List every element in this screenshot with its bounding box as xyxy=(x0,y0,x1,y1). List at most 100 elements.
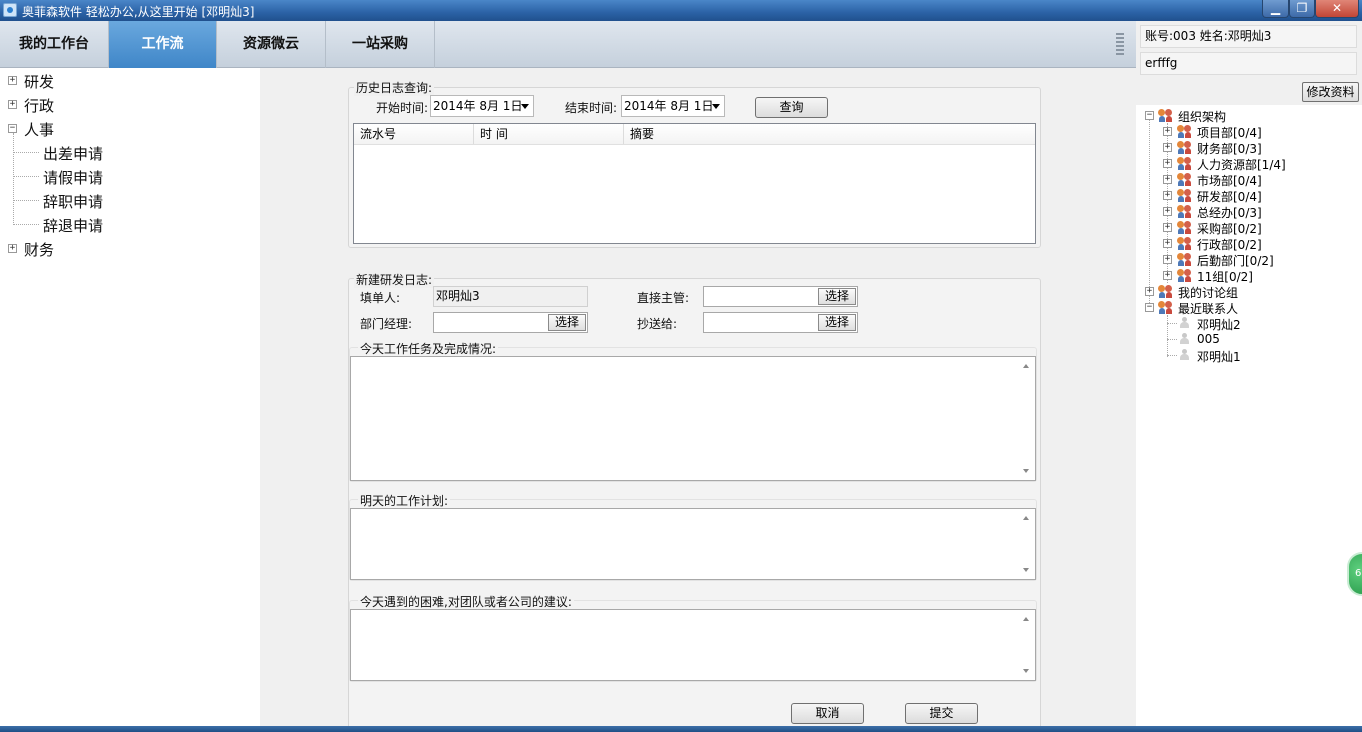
tree-item-leave[interactable]: 请假申请 xyxy=(43,167,103,188)
dropdown-arrow-icon[interactable] xyxy=(712,104,720,109)
collapse-icon[interactable]: − xyxy=(1145,303,1154,312)
workflow-tree: + 研发 + 行政 − 人事 出差申请 请假申请 辞职申请 辞退申请 + 财务 xyxy=(0,68,260,732)
expand-icon[interactable]: + xyxy=(1163,271,1172,280)
group-icon xyxy=(1158,109,1173,122)
scroll-up-icon[interactable] xyxy=(1023,516,1029,520)
tree-item-contact[interactable]: 邓明灿1 xyxy=(1197,348,1241,365)
expand-icon[interactable]: + xyxy=(1145,287,1154,296)
tree-item-finance[interactable]: 财务 xyxy=(24,239,54,260)
group-icon xyxy=(1177,189,1192,202)
top-nav: 我的工作台 工作流 资源微云 一站采购 xyxy=(0,21,1136,68)
expand-icon[interactable]: + xyxy=(8,244,17,253)
tree-item-department[interactable]: 11组[0/2] xyxy=(1197,268,1253,285)
supervisor-field[interactable]: 选择 xyxy=(703,286,858,307)
minimize-button[interactable]: ▁ xyxy=(1262,0,1289,18)
tree-item-resignation[interactable]: 辞职申请 xyxy=(43,191,103,212)
scroll-up-icon[interactable] xyxy=(1023,364,1029,368)
app-window: 奥菲森软件 轻松办公,从这里开始 [邓明灿3] ▁ ❐ ✕ 我的工作台 工作流 … xyxy=(0,0,1362,732)
app-logo-icon xyxy=(3,3,17,17)
vertical-scrollbar[interactable] xyxy=(1018,610,1035,680)
expand-icon[interactable]: + xyxy=(1163,143,1172,152)
tree-item-department[interactable]: 后勤部门[0/2] xyxy=(1197,252,1274,269)
start-time-label: 开始时间: xyxy=(376,101,429,115)
org-tree: − 组织架构 + 项目部[0/4] + 财务部[0/3] + 人力资源部[1/4… xyxy=(1136,105,1362,732)
tab-my-workbench[interactable]: 我的工作台 xyxy=(0,21,109,68)
tree-item-admin[interactable]: 行政 xyxy=(24,95,54,116)
col-summary[interactable]: 摘要 xyxy=(624,124,1035,144)
close-button[interactable]: ✕ xyxy=(1315,0,1359,18)
tab-one-stop-purchase[interactable]: 一站采购 xyxy=(326,21,435,68)
tab-workflow[interactable]: 工作流 xyxy=(109,21,217,68)
expand-icon[interactable]: + xyxy=(1163,239,1172,248)
tree-item-department[interactable]: 财务部[0/3] xyxy=(1197,140,1262,157)
group-icon xyxy=(1177,141,1192,154)
difficulties-textarea[interactable] xyxy=(350,609,1036,681)
expand-icon[interactable]: + xyxy=(8,100,17,109)
collapse-icon[interactable]: − xyxy=(1145,111,1154,120)
tree-item-department[interactable]: 采购部[0/2] xyxy=(1197,220,1262,237)
tree-item-business-trip[interactable]: 出差申请 xyxy=(43,143,103,164)
cc-field[interactable]: 选择 xyxy=(703,312,858,333)
supervisor-pick-button[interactable]: 选择 xyxy=(818,288,856,305)
title-bar: 奥菲森软件 轻松办公,从这里开始 [邓明灿3] ▁ ❐ ✕ xyxy=(0,0,1362,21)
vertical-scrollbar[interactable] xyxy=(1018,357,1035,480)
scroll-up-icon[interactable] xyxy=(1023,617,1029,621)
tomorrow-plan-textarea[interactable] xyxy=(350,508,1036,580)
tree-item-department[interactable]: 市场部[0/4] xyxy=(1197,172,1262,189)
user-offline-icon xyxy=(1179,317,1190,329)
window-title: 奥菲森软件 轻松办公,从这里开始 [邓明灿3] xyxy=(22,5,255,19)
tree-item-department[interactable]: 总经办[0/3] xyxy=(1197,204,1262,221)
expand-icon[interactable]: + xyxy=(1163,127,1172,136)
dept-manager-pick-button[interactable]: 选择 xyxy=(548,314,586,331)
tree-item-dismissal[interactable]: 辞退申请 xyxy=(43,215,103,236)
dept-manager-field[interactable]: 选择 xyxy=(433,312,588,333)
tree-item-discussion-groups[interactable]: 我的讨论组 xyxy=(1178,284,1238,301)
tree-item-department[interactable]: 研发部[0/4] xyxy=(1197,188,1262,205)
cc-pick-button[interactable]: 选择 xyxy=(818,314,856,331)
signature-field[interactable]: erfffg xyxy=(1140,52,1357,75)
scroll-down-icon[interactable] xyxy=(1023,568,1029,572)
tomorrow-plan-label: 明天的工作计划: xyxy=(358,492,451,509)
edit-profile-button[interactable]: 修改资料 xyxy=(1302,82,1359,102)
filler-label: 填单人: xyxy=(360,291,401,305)
group-icon xyxy=(1177,173,1192,186)
expand-icon[interactable]: + xyxy=(1163,191,1172,200)
tree-item-department[interactable]: 行政部[0/2] xyxy=(1197,236,1262,253)
history-log-list[interactable]: 流水号 时 间 摘要 xyxy=(353,123,1036,244)
group-icon xyxy=(1177,221,1192,234)
col-serial-number[interactable]: 流水号 xyxy=(354,124,474,144)
cancel-button[interactable]: 取消 xyxy=(791,703,864,724)
submit-button[interactable]: 提交 xyxy=(905,703,978,724)
content-area: 历史日志查询: 开始时间: 2014年 8月 1日 结束时间: 2014年 8月… xyxy=(260,68,1136,732)
maximize-button[interactable]: ❐ xyxy=(1289,0,1315,18)
tree-item-contact[interactable]: 005 xyxy=(1197,332,1220,346)
expand-icon[interactable]: + xyxy=(1163,175,1172,184)
collapse-icon[interactable]: − xyxy=(8,124,17,133)
tree-item-org-root[interactable]: 组织架构 xyxy=(1178,108,1226,125)
expand-icon[interactable]: + xyxy=(8,76,17,85)
expand-icon[interactable]: + xyxy=(1163,159,1172,168)
scroll-down-icon[interactable] xyxy=(1023,669,1029,673)
splitter-grip-icon[interactable] xyxy=(1116,33,1124,55)
floating-assistant-ball[interactable]: 61 xyxy=(1347,552,1362,596)
filler-value: 邓明灿3 xyxy=(436,289,480,303)
vertical-scrollbar[interactable] xyxy=(1018,509,1035,579)
tree-item-department[interactable]: 项目部[0/4] xyxy=(1197,124,1262,141)
query-button[interactable]: 查询 xyxy=(755,97,828,118)
tab-resource-cloud[interactable]: 资源微云 xyxy=(217,21,326,68)
expand-icon[interactable]: + xyxy=(1163,223,1172,232)
end-date-picker[interactable]: 2014年 8月 1日 xyxy=(621,95,725,117)
scroll-down-icon[interactable] xyxy=(1023,469,1029,473)
expand-icon[interactable]: + xyxy=(1163,255,1172,264)
expand-icon[interactable]: + xyxy=(1163,207,1172,216)
tree-item-rd[interactable]: 研发 xyxy=(24,71,54,92)
group-icon xyxy=(1177,253,1192,266)
dropdown-arrow-icon[interactable] xyxy=(521,104,529,109)
col-time[interactable]: 时 间 xyxy=(474,124,624,144)
tree-item-recent-contacts[interactable]: 最近联系人 xyxy=(1178,300,1238,317)
today-tasks-textarea[interactable] xyxy=(350,356,1036,481)
tree-item-department[interactable]: 人力资源部[1/4] xyxy=(1197,156,1286,173)
start-date-picker[interactable]: 2014年 8月 1日 xyxy=(430,95,534,117)
tree-item-hr[interactable]: 人事 xyxy=(24,119,54,140)
tree-item-contact[interactable]: 邓明灿2 xyxy=(1197,316,1241,333)
